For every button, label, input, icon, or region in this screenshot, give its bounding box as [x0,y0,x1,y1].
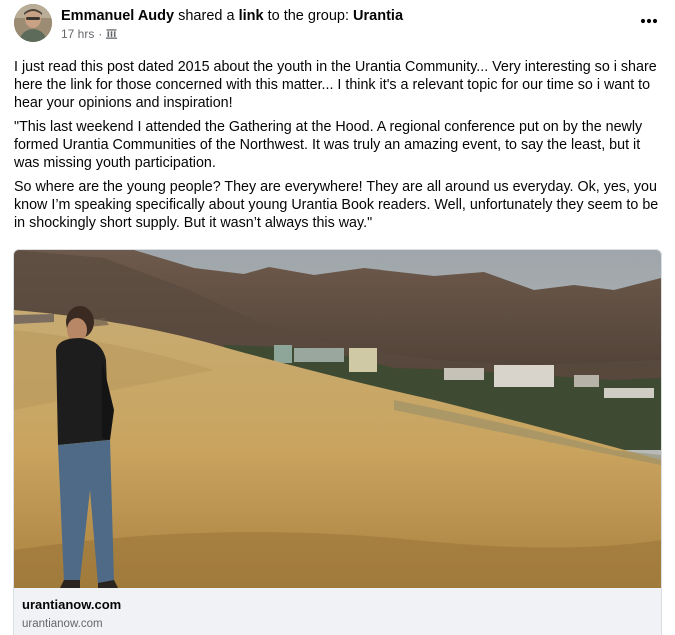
more-options-icon [640,18,658,24]
author-avatar[interactable] [14,4,52,42]
post-header: Emmanuel Audy shared a link to the group… [14,4,661,44]
action-object-link[interactable]: link [239,8,264,24]
meta-separator: · [98,27,103,41]
link-preview-domain: urantianow.com [22,618,103,630]
link-preview-image[interactable] [14,250,661,588]
group-name-link[interactable]: Urantia [353,8,403,24]
group-icon [106,29,118,39]
feed-post: Emmanuel Audy shared a link to the group… [0,0,675,635]
post-paragraph: I just read this post dated 2015 about t… [14,59,657,111]
post-paragraph: "This last weekend I attended the Gather… [14,119,643,171]
link-preview-title[interactable]: urantianow.com [22,597,121,612]
link-preview-card[interactable]: urantianow.com urantianow.com [13,249,662,635]
author-name[interactable]: Emmanuel Audy [61,8,174,24]
action-prefix: shared a [178,8,235,24]
action-suffix: to the group: [267,8,350,24]
avatar-image [14,4,52,42]
post-meta: Emmanuel Audy shared a link to the group… [61,7,403,41]
post-subline: 17 hrs · [61,27,403,41]
post-timestamp[interactable]: 17 hrs [61,27,94,41]
more-options-button[interactable] [637,8,661,28]
post-body: I just read this post dated 2015 about t… [14,58,662,238]
post-headline: Emmanuel Audy shared a link to the group… [61,7,403,25]
post-paragraph: So where are the young people? They are … [14,179,659,231]
link-preview-caption[interactable]: urantianow.com urantianow.com [14,588,661,635]
